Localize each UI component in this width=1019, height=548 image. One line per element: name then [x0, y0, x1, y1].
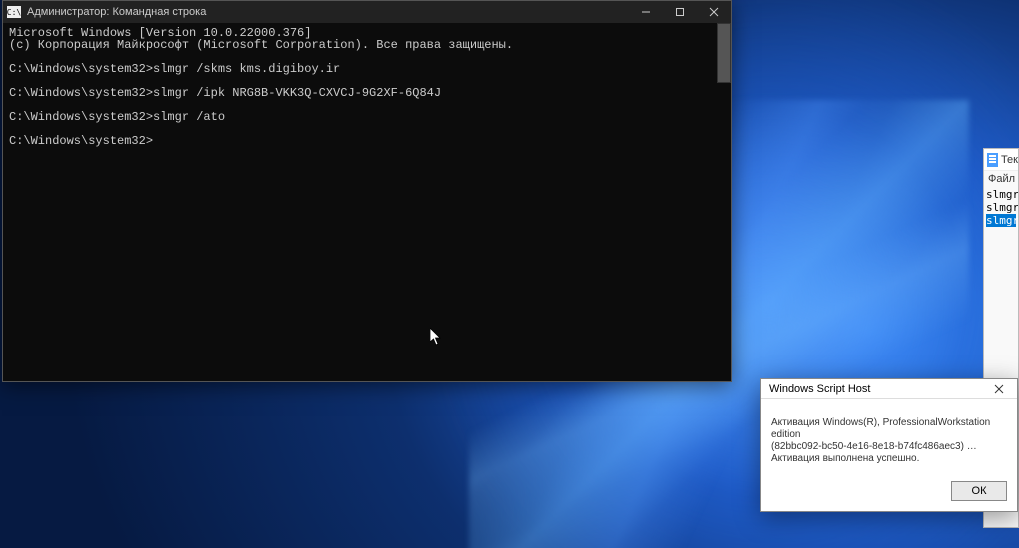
notepad-title-text: Тек [1001, 154, 1018, 166]
minimize-button[interactable] [629, 1, 663, 23]
cmd-line: C:\Windows\system32>slmgr /ato [9, 110, 225, 124]
notepad-icon [987, 153, 998, 167]
notepad-body[interactable]: slmgrslmgrslmgr [984, 187, 1018, 228]
dialog-footer: ОК [761, 475, 1017, 511]
dialog-title-text: Windows Script Host [769, 383, 985, 395]
maximize-button[interactable] [663, 1, 697, 23]
command-prompt-window: C:\ Администратор: Командная строка Micr… [2, 0, 732, 382]
notepad-line-selected: slmgr [986, 214, 1016, 227]
cmd-line: C:\Windows\system32> [9, 134, 153, 148]
notepad-titlebar[interactable]: Тек [984, 149, 1018, 171]
cmd-line: (c) Корпорация Майкрософт (Microsoft Cor… [9, 38, 513, 52]
dialog-text-line: Активация Windows(R), ProfessionalWorkst… [771, 417, 1007, 441]
dialog-titlebar[interactable]: Windows Script Host [761, 379, 1017, 399]
dialog-ok-button[interactable]: ОК [951, 481, 1007, 501]
cmd-line: C:\Windows\system32>slmgr /skms kms.digi… [9, 62, 340, 76]
notepad-menu-file[interactable]: Файл [984, 171, 1018, 187]
cmd-scrollbar-thumb[interactable] [717, 23, 731, 83]
dialog-body: Активация Windows(R), ProfessionalWorkst… [761, 399, 1017, 475]
dialog-close-button[interactable] [985, 380, 1013, 398]
cmd-titlebar[interactable]: C:\ Администратор: Командная строка [3, 1, 731, 23]
notepad-line: slmgr [986, 188, 1016, 201]
close-button[interactable] [697, 1, 731, 23]
cmd-icon: C:\ [7, 6, 21, 18]
script-host-dialog: Windows Script Host Активация Windows(R)… [760, 378, 1018, 512]
cmd-output[interactable]: Microsoft Windows [Version 10.0.22000.37… [3, 23, 731, 381]
dialog-text-line: (82bbc092-bc50-4e16-8e18-b74fc486aec3) … [771, 441, 1007, 453]
cmd-title: Администратор: Командная строка [27, 6, 629, 18]
dialog-text-line: Активация выполнена успешно. [771, 453, 1007, 465]
cmd-line: C:\Windows\system32>slmgr /ipk NRG8B-VKK… [9, 86, 441, 100]
notepad-line: slmgr [986, 201, 1016, 214]
